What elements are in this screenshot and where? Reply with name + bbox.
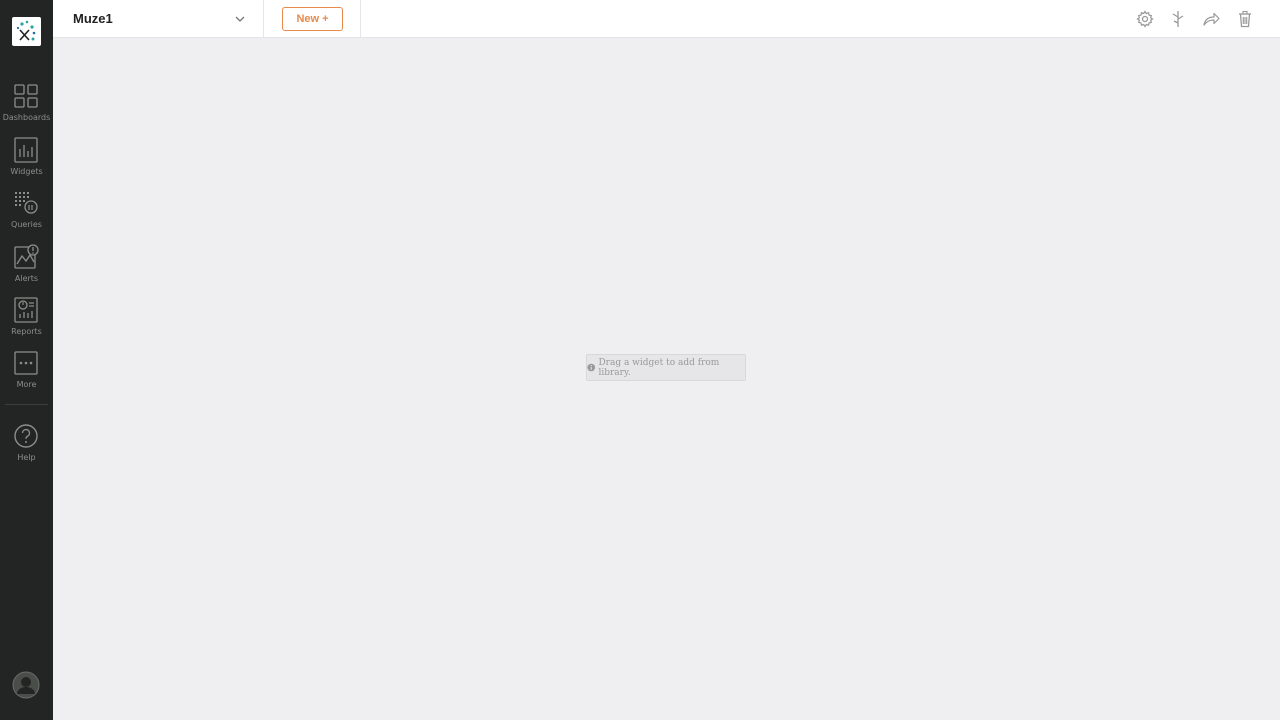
dashboard-grid-icon (14, 84, 38, 108)
muze-logo-icon[interactable] (12, 17, 41, 46)
bar-chart-icon (14, 137, 38, 163)
sidebar-item-help[interactable]: Help (0, 423, 53, 473)
sidebar-item-alerts[interactable]: Alerts (0, 244, 53, 294)
query-icon (15, 192, 38, 214)
sidebar-item-reports[interactable]: Reports (0, 297, 53, 347)
sidebar-item-label: Widgets (10, 167, 43, 176)
sidebar-item-dashboards[interactable]: Dashboards (0, 83, 53, 133)
divider (263, 0, 264, 37)
divider (360, 0, 361, 37)
info-icon (587, 363, 596, 372)
share-icon[interactable] (1202, 10, 1220, 28)
delete-icon[interactable] (1236, 10, 1254, 28)
new-dashboard-button[interactable]: New + (282, 7, 343, 31)
settings-icon[interactable] (1136, 10, 1154, 28)
sidebar-item-widgets[interactable]: Widgets (0, 137, 53, 187)
dashboard-title[interactable]: Muze1 (73, 11, 113, 26)
empty-canvas-hint-text: Drag a widget to add from library. (598, 357, 720, 378)
sidebar-item-queries[interactable]: Queries (0, 190, 53, 240)
filter-icon[interactable] (1169, 10, 1187, 28)
sidebar: Dashboards Widgets Queries Alerts Report… (0, 0, 53, 720)
sidebar-divider (5, 404, 48, 405)
empty-canvas-hint: Drag a widget to add from library. (586, 354, 746, 381)
sidebar-item-label: Alerts (14, 274, 39, 283)
report-icon (14, 297, 38, 323)
help-icon (14, 424, 38, 448)
sidebar-item-label: Reports (11, 327, 42, 336)
more-icon (14, 351, 38, 375)
top-bar: Muze1 New + (53, 0, 1280, 38)
sidebar-item-label: Queries (11, 220, 42, 229)
sidebar-item-more[interactable]: More (0, 350, 53, 400)
user-avatar-icon[interactable] (12, 671, 40, 699)
sidebar-item-label: More (16, 380, 37, 389)
sidebar-item-label: Dashboards (2, 113, 51, 122)
chevron-down-icon[interactable] (233, 12, 247, 26)
alert-icon (14, 244, 39, 269)
sidebar-item-label: Help (17, 453, 36, 462)
